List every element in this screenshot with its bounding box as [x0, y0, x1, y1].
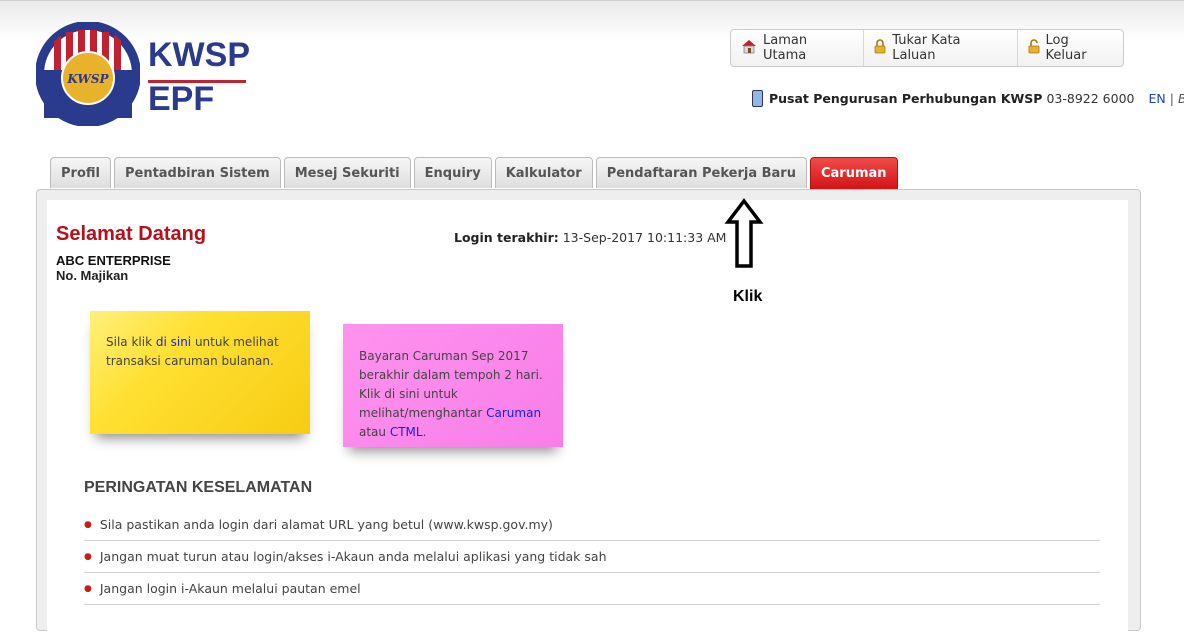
lang-en-link[interactable]: EN	[1148, 91, 1165, 106]
view-transactions-link[interactable]: di sini	[156, 335, 191, 349]
emblem-text: KWSP	[66, 72, 109, 86]
security-item-text: Jangan login i-Akaun melalui pautan emel	[99, 581, 361, 596]
note-pink-line2: Klik di sini untuk melihat/menghantar	[359, 387, 487, 420]
tab-kalkulator[interactable]: Kalkulator	[494, 157, 593, 188]
contact-phone: 03-8922 6000	[1046, 91, 1135, 106]
sticky-note-payment-reminder: Bayaran Caruman Sep 2017 berakhir dalam …	[343, 324, 563, 447]
tab-enquiry[interactable]: Enquiry	[413, 157, 492, 188]
company-name: ABC ENTERPRISE	[56, 253, 171, 268]
last-login: Login terakhir: 13-Sep-2017 10:11:33 AM	[454, 230, 726, 245]
main-tabs: Profil Pentadbiran Sistem Mesej Sekuriti…	[50, 157, 901, 189]
home-link[interactable]: Laman Utama	[731, 30, 863, 66]
security-item-text: Jangan muat turun atau login/akses i-Aka…	[99, 549, 607, 564]
security-title: PERINGATAN KESELAMATAN	[84, 479, 313, 496]
employer-number-label: No. Majikan	[56, 268, 129, 283]
tab-caruman[interactable]: Caruman	[809, 157, 898, 189]
logo-divider	[148, 80, 246, 83]
bullet-icon: ●	[84, 519, 92, 530]
note-pink-mid: atau	[359, 425, 390, 439]
bullet-icon: ●	[84, 583, 92, 594]
ctml-link[interactable]: CTML	[390, 425, 423, 439]
lock-icon	[874, 38, 886, 58]
lang-bm-link[interactable]: BM	[1178, 91, 1184, 106]
note-pink-text: Bayaran Caruman Sep 2017 berakhir dalam …	[359, 347, 559, 442]
caruman-link[interactable]: Caruman	[486, 406, 541, 420]
language-switch: EN | BM	[1148, 91, 1184, 106]
kwsp-emblem: KWSP	[36, 22, 140, 126]
note-yellow-text: Sila klik di sini untuk melihat transaks…	[106, 333, 301, 371]
bullet-icon: ●	[84, 551, 92, 562]
list-item: ● Jangan login i-Akaun melalui pautan eme…	[84, 573, 1100, 605]
kwsp-logo[interactable]: KWSP KWSP EPF	[36, 22, 256, 127]
home-label: Laman Utama	[763, 33, 808, 63]
change-password-link[interactable]: Tukar Kata Laluan	[863, 30, 1016, 66]
note-pink-line1: Bayaran Caruman Sep 2017 berakhir dalam …	[359, 349, 543, 382]
tab-mesej-sekuriti[interactable]: Mesej Sekuriti	[283, 157, 411, 188]
last-login-value: 13-Sep-2017 10:11:33 AM	[562, 230, 727, 245]
note-yellow-pre: Sila klik	[106, 335, 156, 349]
note-pink-end: .	[422, 425, 427, 439]
top-toolbar: Laman Utama Tukar Kata Laluan Log Keluar	[730, 29, 1124, 67]
logout-link[interactable]: Log Keluar	[1016, 30, 1123, 66]
phone-icon	[752, 90, 763, 107]
logout-label: Log Keluar	[1045, 33, 1087, 63]
logo-wordmark: KWSP EPF	[148, 36, 250, 118]
tab-pentadbiran-sistem[interactable]: Pentadbiran Sistem	[113, 157, 281, 188]
last-login-label: Login terakhir:	[454, 230, 559, 245]
contact-line: Pusat Pengurusan Perhubungan KWSP 03-892…	[752, 90, 1184, 107]
logo-kwsp: KWSP	[148, 36, 250, 74]
annotation-label: Klik	[733, 288, 763, 305]
lang-separator: |	[1169, 91, 1174, 106]
welcome-title: Selamat Datang	[56, 223, 207, 245]
security-item-text: Sila pastikan anda login dari alamat URL…	[99, 517, 553, 532]
list-item: ● Sila pastikan anda login dari alamat UR…	[84, 509, 1100, 541]
logout-lock-icon	[1028, 38, 1040, 58]
logo-epf: EPF	[148, 80, 215, 118]
security-list: ● Sila pastikan anda login dari alamat UR…	[84, 509, 1100, 605]
sticky-note-transactions: Sila klik di sini untuk melihat transaks…	[90, 311, 310, 434]
tab-pendaftaran-pekerja-baru[interactable]: Pendaftaran Pekerja Baru	[595, 157, 807, 188]
list-item: ● Jangan muat turun atau login/akses i-Ak…	[84, 541, 1100, 573]
arrow-up-icon	[724, 198, 764, 268]
home-icon	[741, 39, 757, 58]
change-password-label: Tukar Kata Laluan	[892, 33, 961, 63]
contact-label: Pusat Pengurusan Perhubungan KWSP	[769, 91, 1043, 106]
tab-profil[interactable]: Profil	[50, 157, 111, 188]
